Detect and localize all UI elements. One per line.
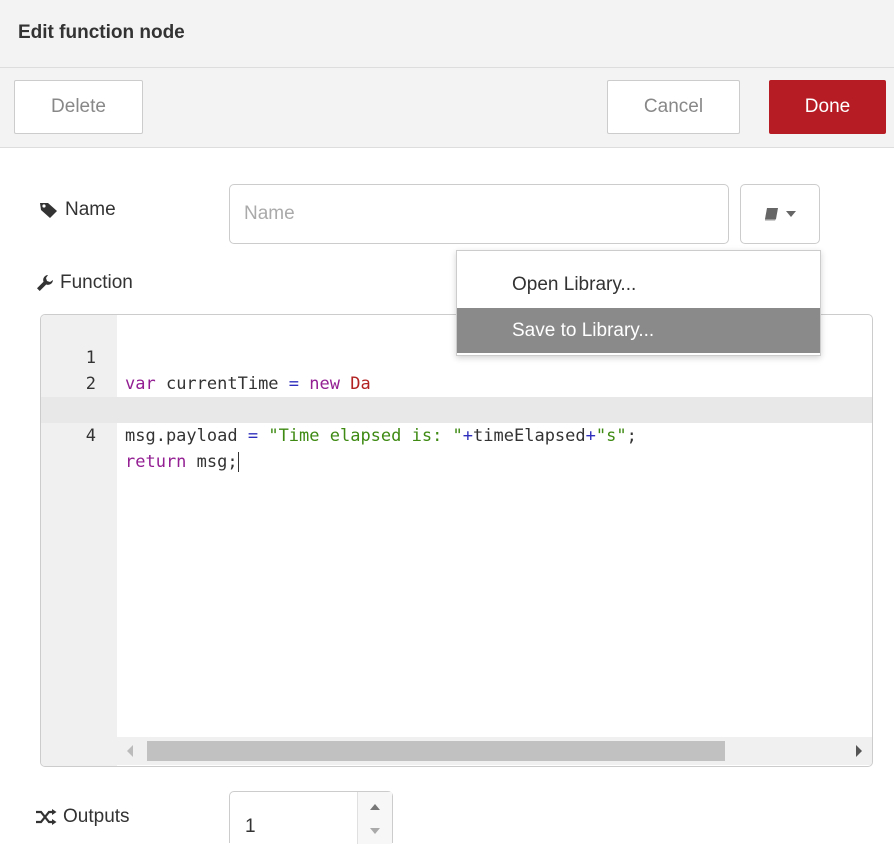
outputs-label-text: Outputs xyxy=(63,806,130,827)
shuffle-icon xyxy=(36,809,57,825)
stepper-buttons[interactable] xyxy=(357,792,392,844)
tag-icon xyxy=(40,203,57,218)
function-label: Function xyxy=(36,272,133,294)
tray-header: Edit function node xyxy=(0,0,894,68)
scroll-left-icon[interactable] xyxy=(127,745,133,757)
wrench-icon xyxy=(37,275,53,291)
name-label: Name xyxy=(39,199,116,221)
name-label-text: Name xyxy=(65,199,116,220)
decrement-icon[interactable] xyxy=(370,828,380,834)
name-input-placeholder: Name xyxy=(244,203,295,224)
library-menu-button[interactable] xyxy=(740,184,820,244)
scroll-right-icon[interactable] xyxy=(856,745,862,757)
outputs-value: 1 xyxy=(245,816,256,837)
book-icon xyxy=(765,208,778,221)
horizontal-scrollbar[interactable] xyxy=(117,737,872,765)
cancel-button[interactable]: Cancel xyxy=(607,80,740,134)
tray-title: Edit function node xyxy=(18,22,185,43)
name-input[interactable]: Name xyxy=(229,184,729,244)
text-cursor xyxy=(237,452,239,472)
code-text: msg.payload = "Time elapsed is: "+timeEl… xyxy=(125,426,637,446)
increment-icon[interactable] xyxy=(370,804,380,810)
code-text: return msg; xyxy=(125,452,239,472)
done-button[interactable]: Done xyxy=(769,80,886,134)
chevron-down-icon xyxy=(786,211,796,217)
tray-toolbar: Delete Cancel Done xyxy=(0,68,894,148)
function-label-text: Function xyxy=(60,272,133,293)
code-line-active: 4 return msg; xyxy=(41,397,872,472)
library-dropdown-menu: Open Library... Save to Library... xyxy=(456,250,821,356)
menu-item-save-to-library[interactable]: Save to Library... xyxy=(457,308,820,353)
outputs-label: Outputs xyxy=(35,806,130,828)
outputs-stepper[interactable]: 1 xyxy=(229,791,393,844)
line-number: 4 xyxy=(85,426,96,446)
code-editor[interactable]: 1 var currentTime = new Da 2 var timeEla… xyxy=(40,314,873,767)
menu-item-open-library[interactable]: Open Library... xyxy=(457,262,820,307)
code-line: 3 msg.payload = "Time elapsed is: "+time… xyxy=(41,371,872,446)
delete-button[interactable]: Delete xyxy=(14,80,143,134)
scrollbar-thumb[interactable] xyxy=(147,741,725,761)
